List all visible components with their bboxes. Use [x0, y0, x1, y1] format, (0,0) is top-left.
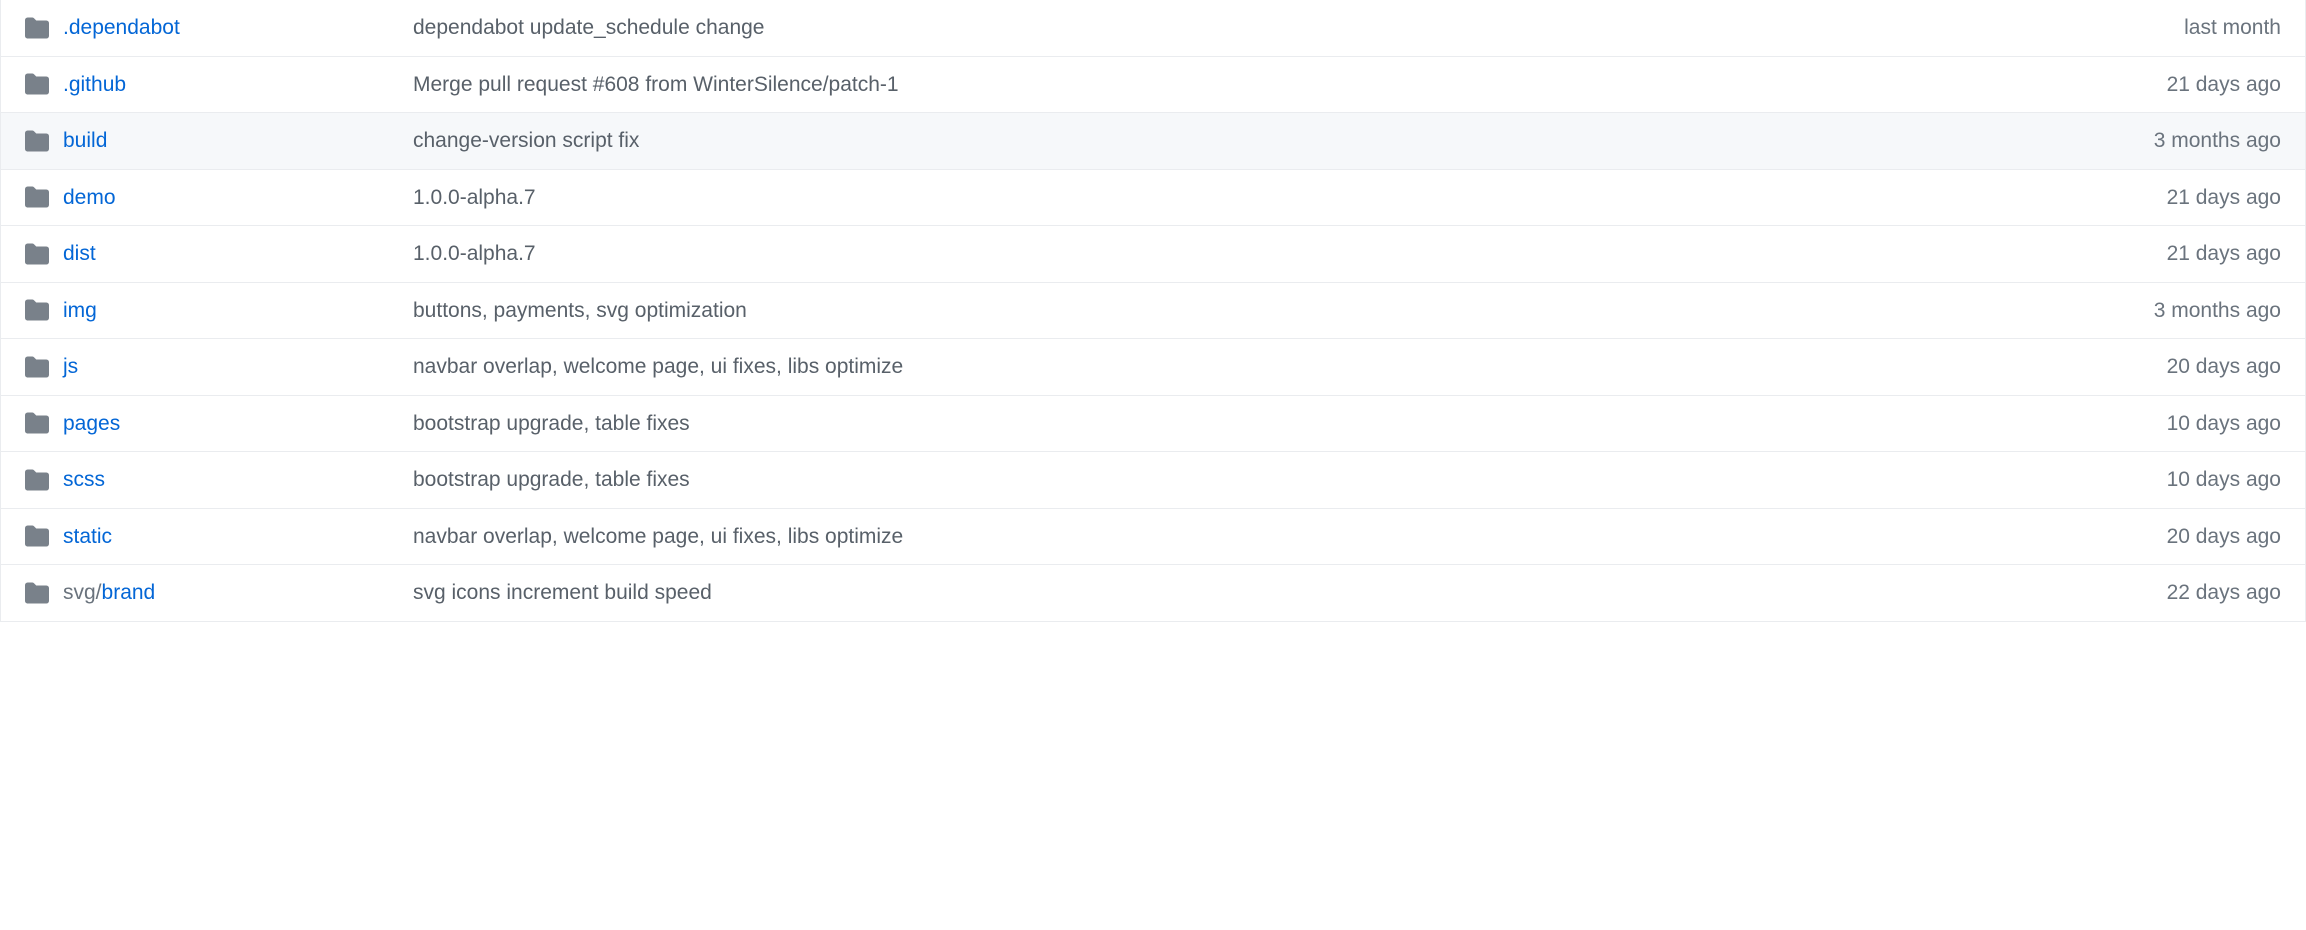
file-name-cell: img: [63, 295, 413, 327]
file-name-link[interactable]: brand: [102, 581, 156, 604]
file-row[interactable]: scss bootstrap upgrade, table fixes10 day…: [1, 452, 2305, 509]
commit-time: 21 days ago: [2061, 182, 2281, 214]
commit-message[interactable]: navbar overlap, welcome page, ui fixes, …: [413, 521, 2061, 553]
file-row[interactable]: js navbar overlap, welcome page, ui fixes…: [1, 339, 2305, 396]
folder-icon: [25, 16, 49, 40]
commit-message[interactable]: Merge pull request #608 from WinterSilen…: [413, 69, 2061, 101]
commit-time: 3 months ago: [2061, 295, 2281, 327]
commit-time: last month: [2061, 12, 2281, 44]
folder-icon: [25, 524, 49, 548]
file-name-cell: js: [63, 351, 413, 383]
file-row[interactable]: .github Merge pull request #608 from Wint…: [1, 57, 2305, 114]
folder-icon: [25, 355, 49, 379]
file-name-link[interactable]: demo: [63, 186, 116, 209]
file-name-link[interactable]: static: [63, 525, 112, 548]
file-name-cell: .dependabot: [63, 12, 413, 44]
commit-time: 3 months ago: [2061, 125, 2281, 157]
commit-message[interactable]: buttons, payments, svg optimization: [413, 295, 2061, 327]
commit-message[interactable]: change-version script fix: [413, 125, 2061, 157]
commit-time: 21 days ago: [2061, 238, 2281, 270]
commit-message[interactable]: bootstrap upgrade, table fixes: [413, 464, 2061, 496]
file-name-cell: build: [63, 125, 413, 157]
commit-message[interactable]: svg icons increment build speed: [413, 577, 2061, 609]
file-row[interactable]: .dependabot dependabot update_schedule ch…: [1, 0, 2305, 57]
file-name-link[interactable]: .dependabot: [63, 16, 180, 39]
file-list: .dependabot dependabot update_schedule ch…: [0, 0, 2306, 622]
folder-icon: [25, 242, 49, 266]
file-name-link[interactable]: pages: [63, 412, 120, 435]
commit-time: 22 days ago: [2061, 577, 2281, 609]
commit-message[interactable]: dependabot update_schedule change: [413, 12, 2061, 44]
file-row[interactable]: demo 1.0.0-alpha.721 days ago: [1, 170, 2305, 227]
file-name-cell: dist: [63, 238, 413, 270]
file-path-prefix: svg/: [63, 581, 102, 604]
file-name-link[interactable]: img: [63, 299, 97, 322]
commit-time: 10 days ago: [2061, 408, 2281, 440]
file-name-link[interactable]: build: [63, 129, 107, 152]
folder-icon: [25, 185, 49, 209]
file-row[interactable]: img buttons, payments, svg optimization3 …: [1, 283, 2305, 340]
file-name-link[interactable]: .github: [63, 73, 126, 96]
folder-icon: [25, 72, 49, 96]
folder-icon: [25, 129, 49, 153]
folder-icon: [25, 298, 49, 322]
commit-time: 20 days ago: [2061, 521, 2281, 553]
commit-message[interactable]: bootstrap upgrade, table fixes: [413, 408, 2061, 440]
file-row[interactable]: pages bootstrap upgrade, table fixes10 da…: [1, 396, 2305, 453]
file-name-cell: demo: [63, 182, 413, 214]
file-name-cell: pages: [63, 408, 413, 440]
commit-message[interactable]: navbar overlap, welcome page, ui fixes, …: [413, 351, 2061, 383]
commit-time: 10 days ago: [2061, 464, 2281, 496]
file-row[interactable]: static navbar overlap, welcome page, ui f…: [1, 509, 2305, 566]
file-name-link[interactable]: scss: [63, 468, 105, 491]
commit-time: 21 days ago: [2061, 69, 2281, 101]
file-name-link[interactable]: js: [63, 355, 78, 378]
commit-message[interactable]: 1.0.0-alpha.7: [413, 238, 2061, 270]
file-name-cell: static: [63, 521, 413, 553]
file-row[interactable]: build change-version script fix3 months a…: [1, 113, 2305, 170]
file-row[interactable]: svg/brandsvg icons increment build speed…: [1, 565, 2305, 622]
folder-icon: [25, 411, 49, 435]
commit-message[interactable]: 1.0.0-alpha.7: [413, 182, 2061, 214]
file-name-cell: scss: [63, 464, 413, 496]
file-name-cell: .github: [63, 69, 413, 101]
file-name-link[interactable]: dist: [63, 242, 96, 265]
folder-icon: [25, 581, 49, 605]
commit-time: 20 days ago: [2061, 351, 2281, 383]
file-row[interactable]: dist 1.0.0-alpha.721 days ago: [1, 226, 2305, 283]
file-name-cell: svg/brand: [63, 577, 413, 609]
folder-icon: [25, 468, 49, 492]
